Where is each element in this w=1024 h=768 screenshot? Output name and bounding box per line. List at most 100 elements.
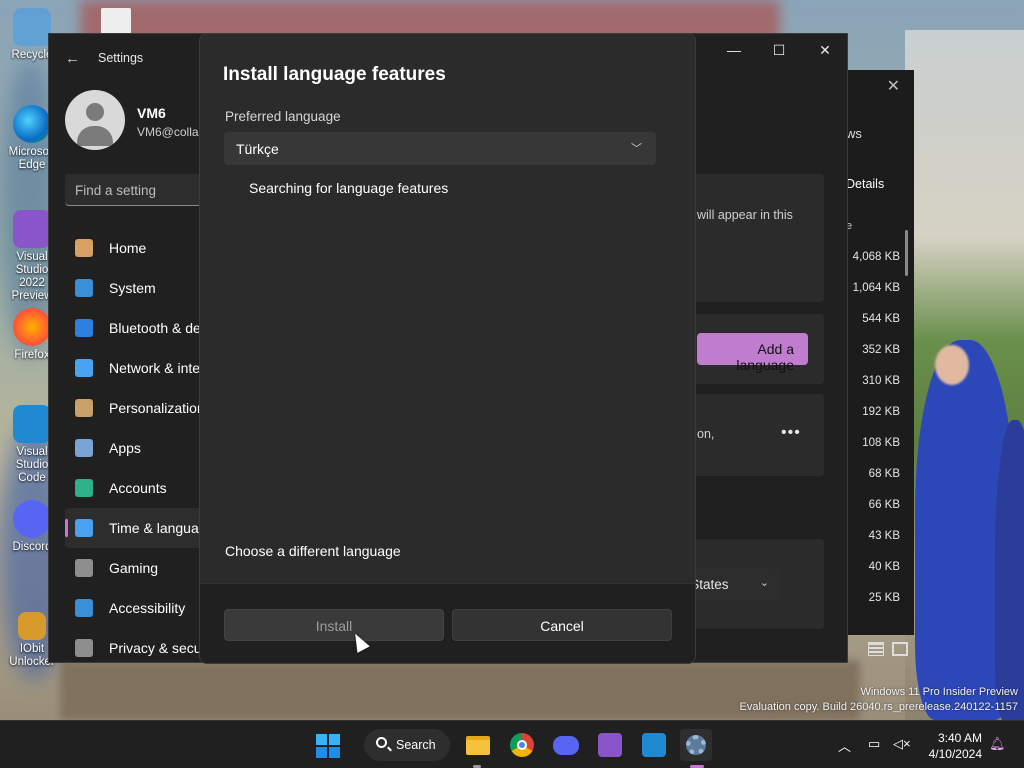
taskbar-chrome[interactable] xyxy=(506,729,538,761)
tile-view-icon[interactable] xyxy=(892,642,909,656)
taskbar-discord[interactable] xyxy=(550,729,582,761)
sidebar-item-label: Home xyxy=(109,240,147,256)
memory-value: 544 KB xyxy=(862,313,900,325)
discord-icon xyxy=(13,500,51,538)
home-icon xyxy=(75,239,93,257)
taskbar-settings[interactable] xyxy=(680,729,712,761)
start-button[interactable] xyxy=(312,729,344,761)
taskbar-file-explorer[interactable] xyxy=(462,729,494,761)
tab-details[interactable]: Details xyxy=(846,177,884,191)
avatar xyxy=(65,90,125,150)
dialog-footer: Install Cancel xyxy=(200,583,695,663)
firefox-icon xyxy=(13,308,51,346)
close-icon[interactable]: ✕ xyxy=(887,76,900,96)
sidebar-nav: Home System Bluetooth & devices Network & i… xyxy=(65,228,205,668)
visual-studio-preview-icon xyxy=(13,210,51,248)
minimize-button[interactable]: — xyxy=(714,42,754,58)
cancel-button[interactable]: Cancel xyxy=(452,609,672,641)
system-icon xyxy=(75,279,93,297)
preferred-language-dropdown[interactable]: Türkçe ﹀ xyxy=(224,132,656,165)
dialog-title: Install language features xyxy=(223,64,446,85)
personalization-icon xyxy=(75,399,93,417)
network-status-icon[interactable]: ▭ xyxy=(868,736,880,752)
taskbar: Search ︿ ▭ ◁× 3:40 AM 4/10/2024 🔔︎ xyxy=(0,720,1024,768)
sidebar-item-label: Network & internet xyxy=(109,360,205,376)
language-list-hint: will appear in this xyxy=(697,208,793,222)
close-button[interactable]: ✕ xyxy=(805,42,845,59)
clock[interactable]: 3:40 AM 4/10/2024 xyxy=(926,730,982,762)
memory-value: 352 KB xyxy=(862,344,900,356)
preferred-language-label: Preferred language xyxy=(225,109,341,124)
sidebar-item-label: Privacy & security xyxy=(109,640,205,656)
memory-value: 108 KB xyxy=(862,437,900,449)
task-manager-header-fragment: ws xyxy=(846,126,862,141)
view-toggle[interactable] xyxy=(868,642,909,661)
sidebar-item-gaming[interactable]: Gaming xyxy=(65,548,205,588)
watermark-line-2: Evaluation copy. Build 26040.rs_prerelea… xyxy=(739,701,1018,713)
sidebar-item-apps[interactable]: Apps xyxy=(65,428,205,468)
apps-icon xyxy=(75,439,93,457)
sidebar-item-system[interactable]: System xyxy=(65,268,205,308)
memory-value: 43 KB xyxy=(868,530,900,542)
memory-value: 310 KB xyxy=(862,375,900,387)
taskbar-vscode[interactable] xyxy=(638,729,670,761)
sidebar-item-label: Accounts xyxy=(109,480,167,496)
vscode-icon xyxy=(642,733,666,757)
gaming-icon xyxy=(75,559,93,577)
recycle-bin-icon xyxy=(13,8,51,46)
time: 3:40 AM xyxy=(937,731,982,745)
memory-value: 1,064 KB xyxy=(852,282,900,294)
taskbar-search[interactable]: Search xyxy=(364,729,450,761)
sidebar-item-label: Gaming xyxy=(109,560,159,576)
sidebar-item-label: System xyxy=(109,280,156,296)
sidebar-item-network-internet[interactable]: Network & internet xyxy=(65,348,205,388)
sidebar-item-label: Time & language xyxy=(109,520,205,536)
volume-muted-icon[interactable]: ◁× xyxy=(893,736,911,752)
chevron-up-icon[interactable]: ︿ xyxy=(838,736,851,755)
sidebar-item-accessibility[interactable]: Accessibility xyxy=(65,588,205,628)
add-language-button[interactable]: Add a language xyxy=(697,333,808,373)
discord-icon xyxy=(553,736,579,755)
start-icon xyxy=(316,734,340,758)
sidebar-item-time-language[interactable]: Time & language xyxy=(65,508,205,548)
memory-value: 68 KB xyxy=(868,468,900,480)
sidebar-item-home[interactable]: Home xyxy=(65,228,205,268)
search-input[interactable]: Find a setting xyxy=(65,174,213,206)
sidebar-item-accounts[interactable]: Accounts xyxy=(65,468,205,508)
sidebar-item-label: Bluetooth & devices xyxy=(109,320,205,336)
memory-value: 40 KB xyxy=(868,561,900,573)
edge-icon xyxy=(13,105,51,143)
selected-language: Türkçe xyxy=(236,141,279,157)
network-icon xyxy=(75,359,93,377)
window-title: Settings xyxy=(98,51,144,65)
back-arrow-icon[interactable]: ← xyxy=(65,50,80,67)
languages-card xyxy=(689,174,824,302)
maximize-button[interactable]: ☐ xyxy=(759,42,799,59)
list-view-icon[interactable] xyxy=(868,642,884,656)
sidebar-item-label: Apps xyxy=(109,440,141,456)
iobit-unlocker-icon xyxy=(18,612,46,640)
sidebar-item-privacy-security[interactable]: Privacy & security xyxy=(65,628,205,668)
more-options-icon[interactable]: ••• xyxy=(781,424,801,442)
accounts-icon xyxy=(75,479,93,497)
install-button[interactable]: Install xyxy=(224,609,444,641)
sidebar-item-bluetooth-devices[interactable]: Bluetooth & devices xyxy=(65,308,205,348)
bluetooth-icon xyxy=(75,319,93,337)
taskbar-visual-studio[interactable] xyxy=(594,729,626,761)
chevron-down-icon: ﹀ xyxy=(631,143,642,155)
user-profile[interactable]: VM6 VM6@collab xyxy=(65,90,205,150)
chevron-down-icon: ⌄ xyxy=(759,577,769,589)
install-language-dialog: Install language features Preferred lang… xyxy=(199,33,696,664)
status-text: Searching for language features xyxy=(249,180,449,196)
memory-value: 192 KB xyxy=(862,406,900,418)
document-icon xyxy=(101,8,131,34)
memory-column: 4,068 KB 1,064 KB 544 KB 352 KB 310 KB 192 KB… xyxy=(848,242,908,614)
privacy-icon xyxy=(75,639,93,657)
notification-bell-icon[interactable]: 🔔︎ xyxy=(989,736,1006,752)
choose-different-language-link[interactable]: Choose a different language xyxy=(225,543,401,559)
sidebar-item-personalization[interactable]: Personalization xyxy=(65,388,205,428)
language-entry-text: on, xyxy=(697,427,715,441)
visual-studio-preview-icon xyxy=(598,733,622,757)
user-name: VM6 xyxy=(137,105,166,121)
accessibility-icon xyxy=(75,599,93,617)
